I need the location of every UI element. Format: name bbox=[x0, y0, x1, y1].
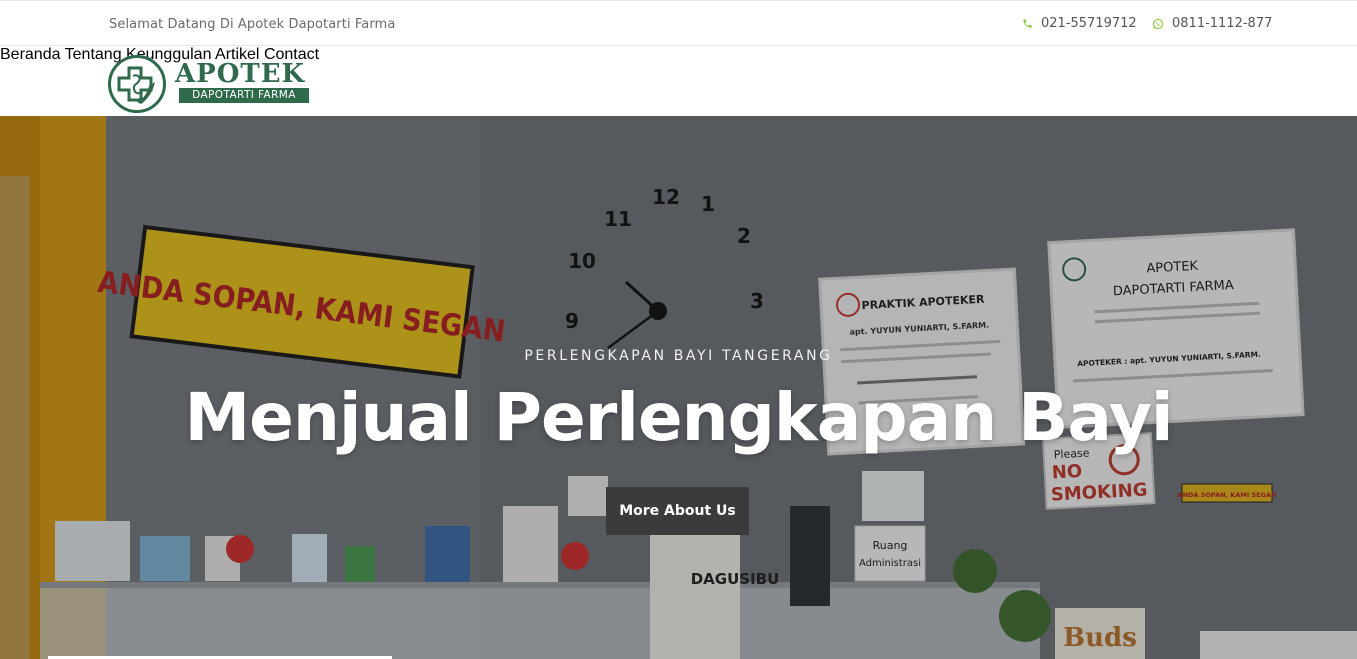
nav-beranda[interactable]: Beranda bbox=[0, 46, 61, 63]
site-header: APOTEK DAPOTARTI FARMA Beranda Tentang K… bbox=[0, 46, 1357, 116]
phone-icon bbox=[1022, 18, 1033, 29]
hero-section: ANDA SOPAN, KAMI SEGAN 12 1 2 3 9 10 11 … bbox=[0, 116, 1357, 659]
phone-number: 021-55719712 bbox=[1041, 16, 1137, 31]
more-about-us-button[interactable]: More About Us bbox=[606, 487, 749, 535]
whatsapp-number: 0811-1112-877 bbox=[1172, 16, 1273, 31]
pharmacy-cross-icon bbox=[117, 66, 155, 104]
whatsapp-icon bbox=[1152, 18, 1164, 30]
welcome-text: Selamat Datang Di Apotek Dapotarti Farma bbox=[109, 17, 396, 32]
top-bar: Selamat Datang Di Apotek Dapotarti Farma… bbox=[0, 0, 1357, 46]
site-logo[interactable]: APOTEK DAPOTARTI FARMA bbox=[108, 55, 310, 115]
logo-brand: APOTEK bbox=[175, 59, 306, 89]
phone-contact[interactable]: 021-55719712 bbox=[1022, 16, 1137, 31]
whatsapp-contact[interactable]: 0811-1112-877 bbox=[1152, 16, 1272, 31]
logo-subtitle: DAPOTARTI FARMA bbox=[179, 88, 309, 103]
hero-headline: Menjual Perlengkapan Bayi bbox=[184, 379, 1173, 456]
logo-emblem bbox=[108, 55, 166, 113]
hero-eyebrow: PERLENGKAPAN BAYI TANGERANG bbox=[524, 348, 833, 364]
